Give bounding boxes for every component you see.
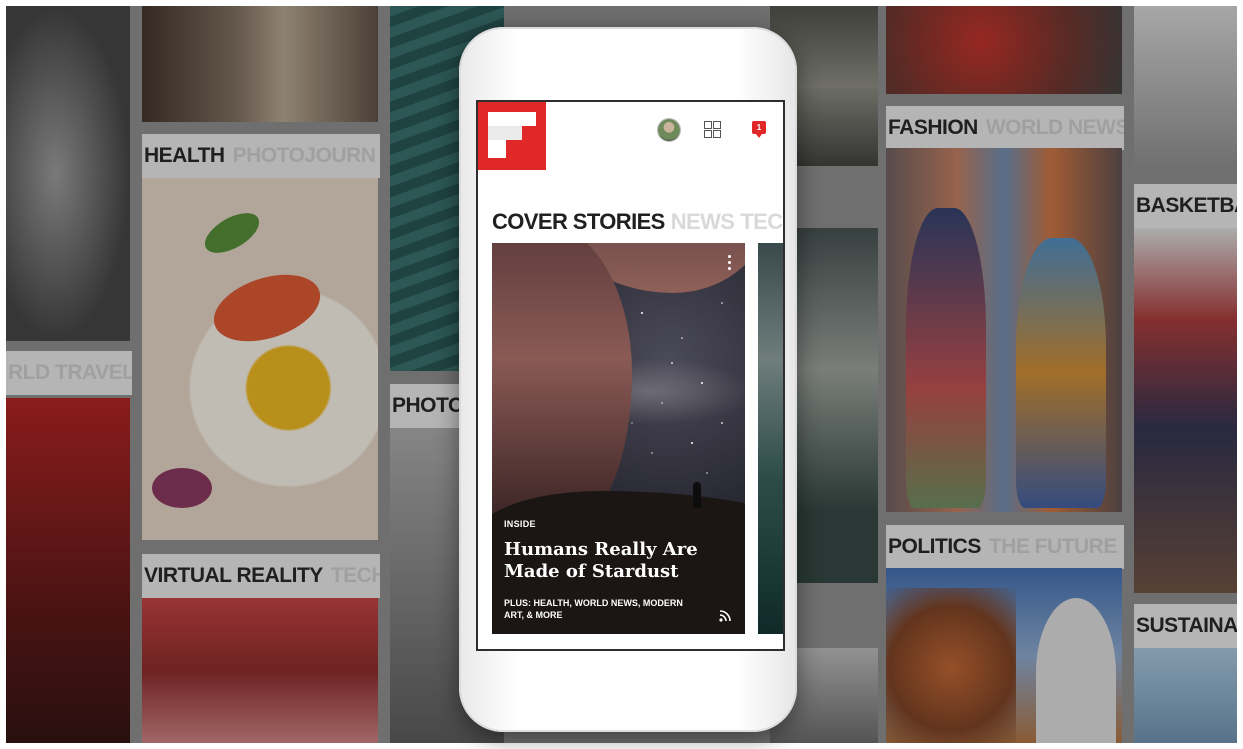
app-screen: 1 COVER STORIESNEWSTECH INSIDE Humans Re… bbox=[476, 100, 785, 651]
bg-label-politics: POLITICS THE FUTURE bbox=[886, 525, 1124, 569]
bg-photo-capitol bbox=[886, 568, 1122, 743]
person-silhouette bbox=[693, 482, 701, 508]
bg-label-basketball: BASKETBAL bbox=[1134, 184, 1237, 228]
tab-news[interactable]: NEWS bbox=[671, 209, 735, 234]
bg-photo-red-concert bbox=[6, 398, 130, 743]
bg-photo-red-flowers bbox=[886, 6, 1122, 94]
card-kicker: INSIDE bbox=[504, 519, 536, 529]
bg-photo-basketball bbox=[1134, 228, 1237, 593]
bg-label-fashion: FASHION WORLD NEWS bbox=[886, 106, 1124, 150]
card-subtitle: PLUS: HEALTH, WORLD NEWS, MODERN ART, & … bbox=[504, 598, 683, 620]
notification-icon[interactable]: 1 bbox=[752, 121, 766, 138]
rss-feed-icon bbox=[719, 610, 731, 622]
bg-photo-fashion-models bbox=[886, 148, 1122, 512]
tab-cover-stories[interactable]: COVER STORIES bbox=[492, 209, 665, 234]
flipboard-logo-icon[interactable] bbox=[478, 102, 546, 170]
phone-device: 1 COVER STORIESNEWSTECH INSIDE Humans Re… bbox=[459, 27, 797, 732]
rock-arch bbox=[492, 243, 632, 523]
bg-photo-face-closeup bbox=[142, 6, 378, 122]
bg-label-health: HEALTH PHOTOJOURN bbox=[142, 134, 380, 178]
cover-story-card[interactable]: INSIDE Humans Really Are Made of Stardus… bbox=[492, 243, 745, 634]
bg-photo-vr-headset bbox=[142, 598, 378, 743]
profile-avatar[interactable] bbox=[658, 119, 680, 141]
more-options-icon[interactable] bbox=[728, 255, 732, 273]
tab-tech[interactable]: TECH bbox=[740, 209, 783, 234]
grid-icon[interactable] bbox=[704, 121, 722, 139]
section-tabs: COVER STORIESNEWSTECH bbox=[492, 209, 783, 235]
bg-photo-sky bbox=[1134, 648, 1237, 743]
bg-label-world-travel: RLD TRAVEL bbox=[6, 351, 132, 395]
bg-photo-camera bbox=[1134, 6, 1237, 171]
next-story-card-peek[interactable] bbox=[758, 243, 783, 634]
bg-label-virtual-reality: VIRTUAL REALITY TECH bbox=[142, 554, 380, 598]
bg-label-sustainable: SUSTAINAB bbox=[1134, 604, 1237, 648]
bg-photo-bw-face bbox=[6, 6, 130, 341]
bg-photo-egg-dish bbox=[142, 178, 378, 540]
card-title[interactable]: Humans Really Are Made of Stardust bbox=[504, 539, 724, 583]
